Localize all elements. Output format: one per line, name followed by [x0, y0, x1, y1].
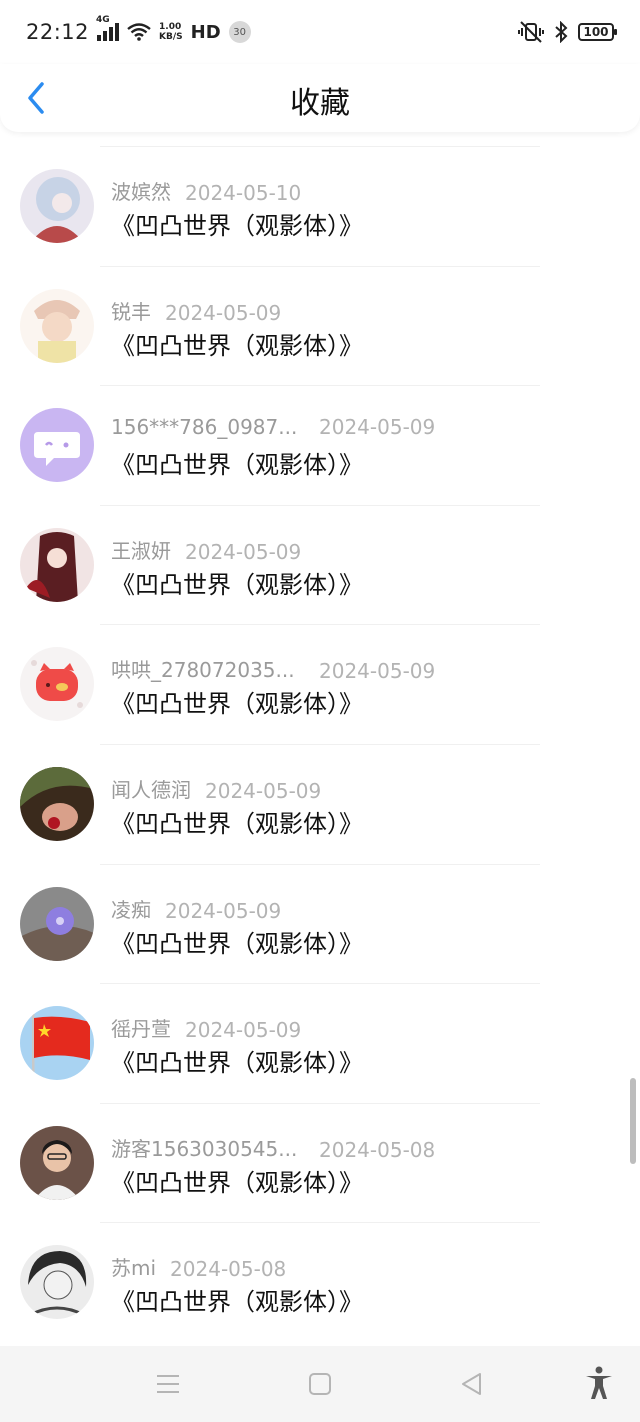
favorite-date: 2024-05-10 — [185, 181, 302, 205]
menu-icon[interactable] — [154, 1370, 182, 1398]
bluetooth-icon — [555, 21, 568, 43]
user-name: 王淑妍 — [111, 538, 171, 563]
user-name: 苏mi — [111, 1256, 157, 1281]
avatar — [20, 1125, 94, 1200]
scrollbar[interactable] — [630, 1078, 636, 1164]
vibrate-mute-icon — [518, 21, 544, 43]
notification-count-badge: 30 — [228, 21, 251, 43]
favorites-list: 波嫔然 2024-05-10 《凹凸世界（观影体）》 锐丰 2024-05-09 《… — [0, 146, 640, 1342]
list-item[interactable]: 游客1563030545... 2024-05-08 《凹凸世界（观影体）》 — [0, 1102, 640, 1223]
user-name: 锐丰 — [111, 299, 151, 324]
book-title[interactable]: 《凹凸世界（观影体）》 — [111, 565, 363, 600]
user-name: 波嫔然 — [111, 180, 171, 204]
favorite-date: 2024-05-08 — [319, 1137, 436, 1162]
list-item[interactable]: 哄哄_278072035... 2024-05-09 《凹凸世界（观影体）》 — [0, 624, 640, 744]
favorite-date: 2024-05-09 — [319, 659, 436, 684]
list-item[interactable]: 闻人德润 2024-05-09 《凹凸世界（观影体）》 — [0, 743, 640, 864]
book-title[interactable]: 《凹凸世界（观影体）》 — [111, 1163, 363, 1198]
avatar — [20, 647, 94, 722]
back-triangle-icon[interactable] — [458, 1370, 486, 1398]
user-name: 闻人德润 — [111, 777, 191, 802]
user-name: 哄哄_278072035... — [111, 658, 295, 683]
favorite-date: 2024-05-09 — [165, 300, 282, 325]
user-name: 156***786_0987... — [111, 415, 298, 440]
list-item[interactable]: 156***786_0987... 2024-05-09 《凹凸世界（观影体）》 — [0, 385, 640, 505]
status-bar: 22:12 4G 1.00 KB/S HD 30 100 — [0, 0, 640, 64]
user-name: 凌痴 — [111, 897, 151, 922]
book-title[interactable]: 《凹凸世界（观影体）》 — [111, 1043, 363, 1078]
avatar — [20, 1245, 94, 1320]
page-title: 收藏 — [290, 86, 350, 121]
book-title[interactable]: 《凹凸世界（观影体）》 — [111, 924, 363, 959]
favorite-date: 2024-05-09 — [185, 1018, 302, 1043]
wifi-icon — [127, 23, 151, 41]
list-item[interactable]: 徭丹萱 2024-05-09 《凹凸世界（观影体）》 — [0, 983, 640, 1103]
book-title[interactable]: 《凹凸世界（观影体）》 — [111, 684, 363, 719]
avatar — [20, 886, 94, 961]
favorite-date: 2024-05-09 — [205, 778, 322, 803]
avatar — [20, 169, 94, 243]
book-title[interactable]: 《凹凸世界（观影体）》 — [111, 445, 363, 480]
avatar — [20, 408, 94, 483]
hd-indicator: HD — [190, 21, 221, 43]
favorite-date: 2024-05-09 — [165, 898, 282, 923]
list-item[interactable]: 锐丰 2024-05-09 《凹凸世界（观影体）》 — [0, 265, 640, 386]
home-square-icon[interactable] — [306, 1370, 334, 1398]
avatar — [20, 288, 94, 363]
list-item[interactable]: 王淑妍 2024-05-09 《凹凸世界（观影体）》 — [0, 504, 640, 625]
avatar — [20, 527, 94, 602]
avatar — [20, 1006, 94, 1081]
book-title[interactable]: 《凹凸世界（观影体）》 — [111, 326, 363, 361]
list-item[interactable]: 波嫔然 2024-05-10 《凹凸世界（观影体）》 — [0, 146, 640, 266]
accessibility-icon[interactable] — [584, 1366, 614, 1400]
battery-icon: 100 — [578, 23, 617, 41]
system-nav-bar — [0, 1346, 640, 1422]
user-name: 游客1563030545... — [111, 1136, 298, 1161]
avatar — [20, 766, 94, 841]
status-time: 22:12 — [26, 20, 90, 44]
user-name: 徭丹萱 — [111, 1017, 171, 1042]
book-title[interactable]: 《凹凸世界（观影体）》 — [111, 1282, 363, 1317]
header: 收藏 — [0, 64, 640, 132]
book-title[interactable]: 《凹凸世界（观影体）》 — [111, 804, 363, 839]
cellular-signal-icon: 4G — [96, 15, 120, 41]
list-item[interactable]: 凌痴 2024-05-09 《凹凸世界（观影体）》 — [0, 863, 640, 984]
list-item[interactable]: 苏mi 2024-05-08 《凹凸世界（观影体）》 — [0, 1222, 640, 1342]
network-speed: 1.00 KB/S — [159, 22, 183, 42]
favorite-date: 2024-05-08 — [170, 1257, 287, 1282]
favorite-date: 2024-05-09 — [319, 415, 436, 440]
book-title[interactable]: 《凹凸世界（观影体）》 — [111, 206, 363, 241]
favorite-date: 2024-05-09 — [185, 539, 302, 564]
